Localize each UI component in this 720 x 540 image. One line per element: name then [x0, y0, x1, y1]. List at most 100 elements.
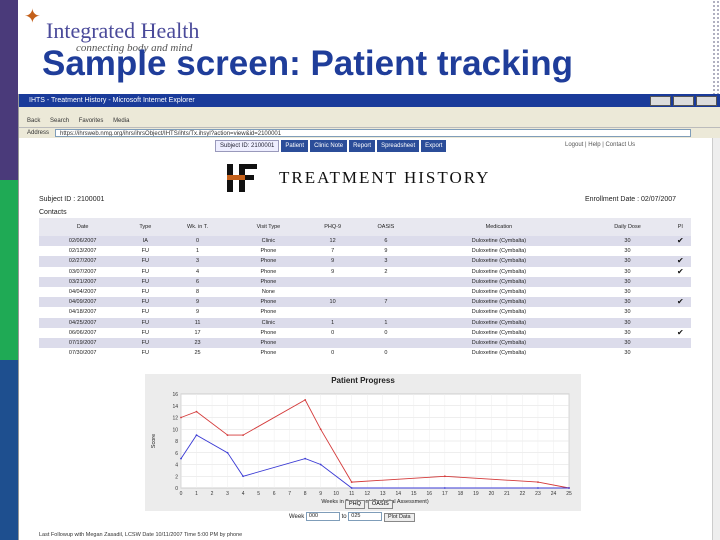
cell-phq9: 0: [331, 329, 335, 336]
cell-medication: Duloxetine (Cymbalta): [412, 256, 586, 267]
cell-pi: ✔: [676, 327, 684, 337]
cell-type: FU: [141, 248, 149, 255]
table-row[interactable]: 04/25/2007 FU 11 Clinic 1 1 Duloxetine (Cymbal…: [39, 317, 691, 328]
vertical-scrollbar[interactable]: [712, 138, 720, 540]
cell-date: 02/27/2007: [39, 256, 127, 267]
cell-oasis: 7: [359, 297, 413, 308]
nav-spreadsheet[interactable]: Spreadsheet: [377, 140, 420, 152]
slide-left-bar: [0, 0, 18, 540]
cell-oasis: [359, 337, 413, 349]
search-button[interactable]: Search: [50, 118, 69, 124]
logo-name: Integrated Health: [46, 18, 200, 43]
cell-pi: [669, 317, 691, 328]
data-point-oasis: [443, 487, 446, 489]
table-row[interactable]: 03/07/2007 FU 4 Phone 9 2 Duloxetine (Cymbalta…: [39, 267, 691, 277]
favorites-button[interactable]: Favorites: [79, 118, 104, 124]
cell-medication: Duloxetine (Cymbalta): [412, 337, 586, 349]
left-bar-blue: [0, 360, 18, 540]
data-point-oasis: [226, 451, 229, 454]
media-button[interactable]: Media: [113, 118, 129, 124]
week-from-input[interactable]: 000: [305, 512, 340, 521]
col-oasis: OASIS: [359, 218, 413, 236]
cell-daily-dose: 30: [585, 317, 670, 328]
cell-week: 11: [164, 317, 231, 328]
x-tick-label: 0: [180, 491, 183, 497]
x-tick-label: 2: [211, 491, 214, 497]
cell-week: 17: [194, 329, 201, 336]
data-point-oasis: [242, 475, 244, 478]
data-point-phq: [350, 481, 353, 484]
cell-week: 9: [196, 309, 200, 316]
chart-canvas: 02468101214160 1 2 3 4 5 6 7 8 9 10 11 12 13 14 15 16 17 1…: [151, 392, 572, 505]
y-tick-label: 4: [175, 463, 178, 469]
cell-pi: ✔: [669, 236, 691, 247]
table-row[interactable]: 04/18/2007 FU 9 Phone Duloxetine (Cymbalta) 3…: [39, 307, 691, 317]
slide-title: Sample screen: Patient tracking: [42, 44, 574, 83]
cell-date: 04/25/2007: [39, 317, 127, 328]
phq-button[interactable]: PHQ: [345, 500, 365, 509]
x-tick-label: 6: [273, 491, 276, 497]
cell-visit-type: Phone: [260, 350, 277, 357]
cell-week: 4: [196, 268, 200, 275]
nav-export[interactable]: Export: [421, 140, 447, 152]
last-followup-line: Last Followup with Megan Zasadil, LCSW D…: [39, 532, 243, 538]
cell-visit-type: Phone: [260, 309, 277, 316]
cell-date: 03/07/2007: [68, 268, 97, 275]
cell-phq9: [306, 287, 359, 297]
y-tick-label: 14: [172, 404, 178, 410]
close-button[interactable]: [696, 96, 717, 106]
page-heading: Treatment History: [279, 168, 491, 187]
minimize-button[interactable]: [650, 96, 671, 106]
oasis-button[interactable]: OASIS: [367, 500, 393, 509]
table-row[interactable]: 07/19/2007 FU 23 Phone Duloxetine (Cymbalta)…: [39, 337, 691, 349]
x-tick-label: 8: [304, 491, 307, 497]
hf-logo-icon: [227, 164, 257, 192]
data-point-phq: [443, 475, 446, 478]
cell-visit-type: Phone: [260, 248, 277, 255]
cell-phq9: 12: [305, 236, 360, 247]
cell-type: FU: [126, 256, 165, 267]
data-point-phq: [242, 434, 244, 437]
cell-daily-dose: 30: [624, 350, 631, 357]
to-label: to: [341, 514, 347, 521]
data-point-phq: [537, 481, 539, 484]
cell-daily-dose: 30: [624, 289, 631, 296]
cell-medication: Duloxetine (Cymbalta): [471, 289, 527, 296]
nav-clinic-note[interactable]: Clinic Note: [310, 140, 348, 152]
cell-week: 23: [164, 337, 231, 349]
x-tick-label: 3: [226, 491, 229, 497]
cell-medication: Duloxetine (Cymbalta): [412, 317, 586, 328]
x-tick-label: 15: [411, 491, 417, 497]
plot-data-button[interactable]: Plot Data: [383, 513, 415, 523]
header-links[interactable]: Logout | Help | Contact Us: [565, 142, 635, 148]
table-row[interactable]: 03/21/2007 FU 6 Phone Duloxetine (Cymbalta) 3…: [39, 276, 691, 287]
table-row[interactable]: 02/06/2007 IA 0 Clinic 12 6 Duloxetine (Cymbal…: [39, 236, 691, 247]
table-row[interactable]: 04/09/2007 FU 9 Phone 10 7 Duloxetine (Cymbalt…: [39, 297, 691, 308]
table-row[interactable]: 06/06/2007 FU 17 Phone 0 0 Duloxetine (Cymbalt…: [39, 328, 691, 338]
table-row[interactable]: 04/04/2007 FU 8 None Duloxetine (Cymbalta) 30: [39, 287, 691, 297]
cell-daily-dose: 30: [624, 329, 631, 336]
table-row[interactable]: 02/13/2007 FU 1 Phone 7 9 Duloxetine (Cymbalta…: [39, 246, 691, 256]
cell-date: 04/18/2007: [68, 309, 97, 316]
cell-phq9: 0: [331, 350, 335, 357]
week-to-input[interactable]: 025: [348, 512, 383, 521]
x-tick-label: 12: [364, 491, 370, 497]
cell-phq9: 1: [305, 317, 360, 328]
back-button[interactable]: Back: [27, 118, 40, 124]
data-point-phq: [180, 416, 182, 419]
address-field[interactable]: https://ihrsweb.nmg.org/ihrs/ihrsObject/…: [55, 129, 691, 137]
enrollment-date: Enrollment Date : 02/07/2007: [585, 196, 677, 203]
table-row[interactable]: 02/27/2007 FU 3 Phone 9 3 Duloxetine (Cymbalta…: [39, 256, 691, 267]
cell-week: 25: [194, 350, 201, 357]
nav-patient[interactable]: Patient: [281, 140, 309, 152]
table-row[interactable]: 07/30/2007 FU 25 Phone 0 0 Duloxetine (Cymbalt…: [39, 348, 691, 358]
x-tick-label: 1: [195, 491, 198, 497]
maximize-button[interactable]: [673, 96, 694, 106]
cell-daily-dose: 30: [585, 256, 670, 267]
cell-daily-dose: 30: [585, 337, 670, 349]
contacts-label: Contacts: [39, 209, 67, 216]
nav-report[interactable]: Report: [349, 140, 376, 152]
cell-phq9: [305, 276, 360, 287]
cell-daily-dose: 30: [585, 236, 670, 247]
col-visit-type: Visit Type: [230, 218, 306, 236]
